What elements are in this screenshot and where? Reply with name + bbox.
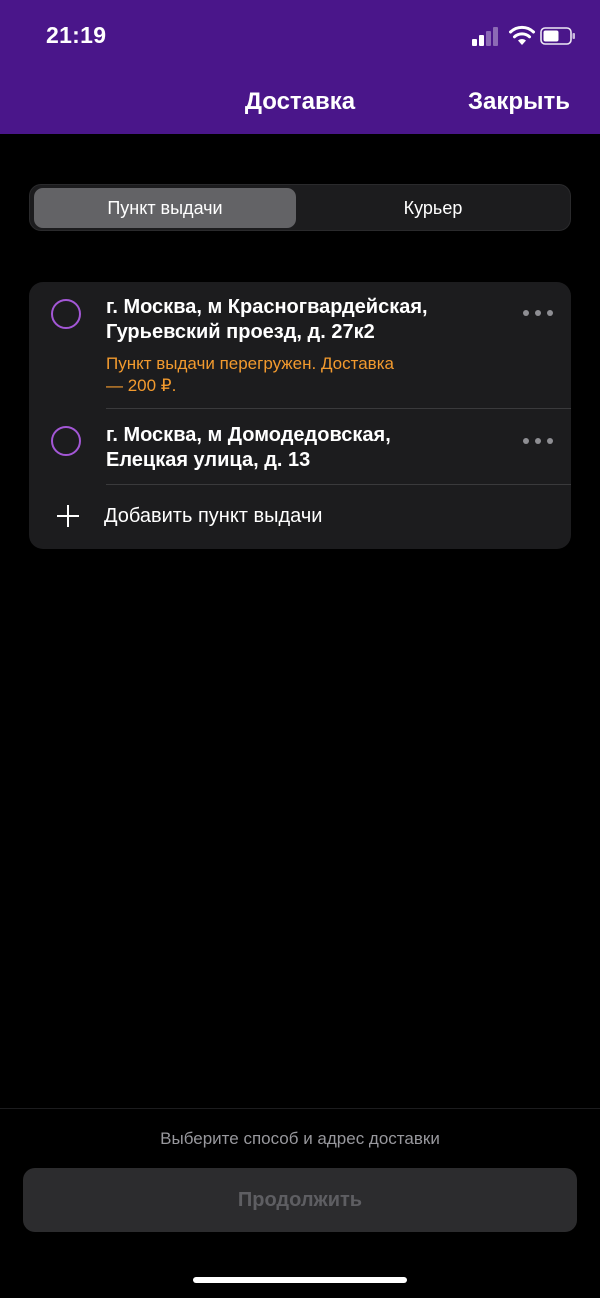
warning-line: — 200 ₽. bbox=[106, 376, 177, 395]
battery-icon bbox=[540, 27, 575, 45]
divider bbox=[106, 408, 571, 409]
segment-courier[interactable]: Курьер bbox=[302, 188, 564, 228]
signal-icon bbox=[472, 26, 500, 46]
pickup-address: г. Москва, м Красногвардейская, Гурьевск… bbox=[106, 295, 486, 345]
address-line: г. Москва, м Красногвардейская, bbox=[106, 296, 428, 318]
home-indicator bbox=[193, 1277, 407, 1283]
add-pickup-point-button[interactable]: Добавить пункт выдачи bbox=[29, 488, 571, 548]
warning-line: Пункт выдачи перегружен. Доставка bbox=[106, 354, 394, 373]
overload-warning: Пункт выдачи перегружен. Доставка — 200 … bbox=[106, 353, 466, 397]
status-time: 21:19 bbox=[46, 22, 107, 48]
radio-button[interactable] bbox=[51, 299, 81, 329]
footer-hint: Выберите способ и адрес доставки bbox=[160, 1129, 440, 1148]
close-button[interactable]: Закрыть bbox=[468, 88, 570, 116]
pickup-points-list: г. Москва, м Красногвардейская, Гурьевск… bbox=[29, 282, 571, 549]
divider bbox=[106, 484, 571, 485]
more-options-icon[interactable] bbox=[523, 310, 553, 318]
more-options-icon[interactable] bbox=[523, 438, 553, 446]
app-header: 21:19 Доставка Закрыть bbox=[0, 0, 600, 134]
address-line: Елецкая улица, д. 13 bbox=[106, 449, 311, 471]
delivery-method-segmented-control: Пункт выдачи Курьер bbox=[29, 184, 571, 231]
address-line: г. Москва, м Домодедовская, bbox=[106, 424, 391, 446]
address-line: Гурьевский проезд, д. 27к2 bbox=[106, 321, 375, 343]
radio-button[interactable] bbox=[51, 426, 81, 456]
footer: Выберите способ и адрес доставки Продолж… bbox=[0, 1108, 600, 1298]
pickup-address: г. Москва, м Домодедовская, Елецкая улиц… bbox=[106, 423, 486, 473]
add-pickup-point-label: Добавить пункт выдачи bbox=[104, 505, 323, 527]
plus-icon bbox=[57, 505, 79, 527]
wifi-icon bbox=[509, 25, 535, 45]
segment-pickup-point[interactable]: Пункт выдачи bbox=[34, 188, 296, 228]
continue-button[interactable]: Продолжить bbox=[23, 1168, 577, 1232]
